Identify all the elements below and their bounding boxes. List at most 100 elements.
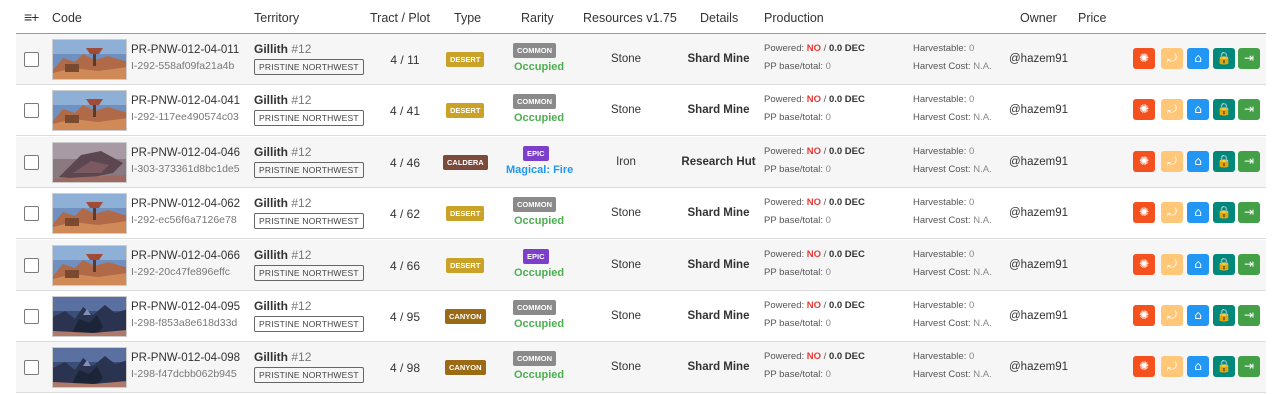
plot-code[interactable]: PR-PNW-012-04-066 xyxy=(131,250,240,262)
shop-button[interactable]: ⌂ xyxy=(1187,150,1209,172)
lock-button[interactable]: 🔒 xyxy=(1213,99,1235,121)
plot-id: I-292-558af09fa21a4b xyxy=(131,60,235,72)
lock-button[interactable]: 🔒 xyxy=(1213,48,1235,69)
rarity-badge: COMMON xyxy=(513,197,556,213)
harvest-button[interactable]: ⤾ xyxy=(1161,253,1183,275)
sort-columns-icon[interactable]: ≡+ xyxy=(24,9,39,25)
plot-thumbnail[interactable] xyxy=(52,347,127,389)
exit-button[interactable]: ⇥ xyxy=(1238,48,1260,69)
plot-id: I-292-117ee490574c03 xyxy=(131,111,239,124)
col-details[interactable]: Details xyxy=(700,11,738,25)
plot-id: I-298-f853a8e618d33d xyxy=(131,317,238,329)
row-select-checkbox[interactable] xyxy=(24,154,39,170)
lock-button[interactable]: 🔒 xyxy=(1213,202,1235,224)
powered-no: NO xyxy=(806,197,822,209)
occupancy-status: Occupied xyxy=(514,369,565,382)
table-row[interactable]: PR-PNW-012-04-041 I-292-117ee490574c03 Gil… xyxy=(16,85,1266,137)
occupancy-status: Magical: Fire xyxy=(506,163,574,176)
table-row[interactable]: PR-PNW-012-04-095 I-298-f853a8e618d33d Gil… xyxy=(16,291,1266,342)
harvestable-value: 0 xyxy=(968,351,975,363)
shop-button[interactable]: ⌂ xyxy=(1187,48,1209,69)
exit-button[interactable]: ⇥ xyxy=(1238,305,1260,326)
power-value: 0.0 DEC xyxy=(828,197,865,209)
powered-label: Powered: xyxy=(764,43,805,54)
plot-code[interactable]: PR-PNW-012-04-095 xyxy=(131,301,240,313)
lock-button[interactable]: 🔒 xyxy=(1213,305,1235,326)
exit-button[interactable]: ⇥ xyxy=(1238,202,1260,224)
table-row[interactable]: PR-PNW-012-04-062 I-292-ec56f6a7126e78 Gil… xyxy=(16,188,1266,240)
power-value: 0.0 DEC xyxy=(828,248,865,260)
settings-button[interactable]: ✺ xyxy=(1133,99,1155,121)
shop-button[interactable]: ⌂ xyxy=(1187,202,1209,224)
lock-button[interactable]: 🔒 xyxy=(1213,356,1235,378)
harvest-button[interactable]: ⤾ xyxy=(1161,99,1183,121)
harvest-button[interactable]: ⤾ xyxy=(1161,202,1183,224)
rarity-badge: COMMON xyxy=(513,94,556,110)
col-tract-plot[interactable]: Tract / Plot xyxy=(370,11,430,25)
col-territory[interactable]: Territory xyxy=(254,11,299,25)
harvestable-label: Harvestable: xyxy=(913,43,967,54)
table-row[interactable]: PR-PNW-012-04-046 I-303-373361d8bc1de5 Gil… xyxy=(16,136,1266,188)
harvestable-status: Harvestable: 0 xyxy=(913,43,974,54)
col-rarity[interactable]: Rarity xyxy=(521,11,554,25)
owner-name[interactable]: @hazem91 xyxy=(1009,104,1068,116)
shop-button[interactable]: ⌂ xyxy=(1187,253,1209,275)
owner-name[interactable]: @hazem91 xyxy=(1009,259,1068,271)
settings-button[interactable]: ✺ xyxy=(1133,150,1155,172)
owner-name[interactable]: @hazem91 xyxy=(1009,207,1068,219)
shop-button[interactable]: ⌂ xyxy=(1187,305,1209,326)
plot-code[interactable]: PR-PNW-012-04-062 xyxy=(131,198,240,210)
plot-code[interactable]: PR-PNW-012-04-098 xyxy=(131,352,240,364)
plot-thumbnail[interactable] xyxy=(52,141,127,183)
owner-name[interactable]: @hazem91 xyxy=(1009,310,1068,322)
row-select-checkbox[interactable] xyxy=(24,103,39,119)
lock-button[interactable]: 🔒 xyxy=(1213,253,1235,275)
plot-thumbnail[interactable] xyxy=(52,39,127,80)
col-production[interactable]: Production xyxy=(764,11,824,25)
settings-button[interactable]: ✺ xyxy=(1133,253,1155,275)
shop-button[interactable]: ⌂ xyxy=(1187,99,1209,121)
settings-button[interactable]: ✺ xyxy=(1133,48,1155,69)
lock-icon: 🔒 xyxy=(1216,256,1232,271)
settings-button[interactable]: ✺ xyxy=(1133,202,1155,224)
owner-name[interactable]: @hazem91 xyxy=(1009,156,1068,168)
plot-code[interactable]: PR-PNW-012-04-046 xyxy=(131,147,240,159)
table-row[interactable]: PR-PNW-012-04-098 I-298-f47dcbb062b945 Gil… xyxy=(16,342,1266,394)
row-select-checkbox[interactable] xyxy=(24,309,39,324)
harvest-button[interactable]: ⤾ xyxy=(1161,48,1183,69)
plot-thumbnail[interactable] xyxy=(52,193,127,235)
territory-label: Gillith xyxy=(254,42,288,56)
owner-name[interactable]: @hazem91 xyxy=(1009,361,1068,373)
plot-code[interactable]: PR-PNW-012-04-011 xyxy=(131,44,239,56)
exit-button[interactable]: ⇥ xyxy=(1238,99,1260,121)
row-select-checkbox[interactable] xyxy=(24,52,39,67)
col-price[interactable]: Price xyxy=(1078,11,1106,25)
shop-button[interactable]: ⌂ xyxy=(1187,356,1209,378)
pp-status: PP base/total: 0 xyxy=(764,318,831,329)
plot-thumbnail[interactable] xyxy=(52,296,127,337)
table-row[interactable]: PR-PNW-012-04-066 I-292-20c47fe896effc Gil… xyxy=(16,239,1266,291)
col-code[interactable]: Code xyxy=(52,11,82,25)
lock-button[interactable]: 🔒 xyxy=(1213,150,1235,172)
row-select-checkbox[interactable] xyxy=(24,257,39,273)
power-value: 0.0 DEC xyxy=(828,43,865,54)
row-select-checkbox[interactable] xyxy=(24,206,39,222)
harvest-button[interactable]: ⤾ xyxy=(1161,150,1183,172)
powered-no: NO xyxy=(806,94,822,106)
owner-name[interactable]: @hazem91 xyxy=(1009,53,1068,65)
harvest-button[interactable]: ⤾ xyxy=(1161,356,1183,378)
table-row[interactable]: PR-PNW-012-04-011 I-292-558af09fa21a4b Gil… xyxy=(16,34,1266,85)
col-resources[interactable]: Resources v1.75 xyxy=(583,11,677,25)
exit-button[interactable]: ⇥ xyxy=(1238,253,1260,275)
plot-thumbnail[interactable] xyxy=(52,244,127,286)
harvest-button[interactable]: ⤾ xyxy=(1161,305,1183,326)
plot-thumbnail[interactable] xyxy=(52,90,127,132)
col-owner[interactable]: Owner xyxy=(1020,11,1057,25)
exit-button[interactable]: ⇥ xyxy=(1238,150,1260,172)
settings-button[interactable]: ✺ xyxy=(1133,305,1155,326)
col-type[interactable]: Type xyxy=(454,11,481,25)
exit-button[interactable]: ⇥ xyxy=(1238,356,1260,378)
settings-button[interactable]: ✺ xyxy=(1133,356,1155,378)
plot-code[interactable]: PR-PNW-012-04-041 xyxy=(131,95,240,107)
row-select-checkbox[interactable] xyxy=(24,360,39,376)
